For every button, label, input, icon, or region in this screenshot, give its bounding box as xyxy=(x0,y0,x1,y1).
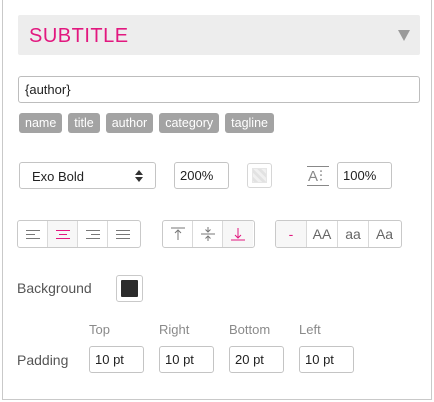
case-capitalize-button[interactable]: Aa xyxy=(369,221,400,247)
vertical-align-group xyxy=(162,220,255,248)
transparent-pattern-icon xyxy=(252,168,267,183)
section-title: SUBTITLE xyxy=(29,25,129,47)
tag-list: name title author category tagline xyxy=(19,113,274,133)
tag-category[interactable]: category xyxy=(159,113,220,133)
subtitle-settings-panel: SUBTITLE name title author category tagl… xyxy=(2,0,432,400)
align-center-icon xyxy=(55,229,70,240)
subtitle-template-input[interactable] xyxy=(18,76,420,103)
background-color-swatch[interactable] xyxy=(116,275,143,302)
padding-bottom-input[interactable] xyxy=(229,346,284,373)
valign-middle-icon xyxy=(200,227,215,241)
font-select[interactable]: Exo Bold xyxy=(19,162,156,189)
text-color-swatch[interactable] xyxy=(247,163,272,188)
padding-left-label: Left xyxy=(299,322,321,337)
valign-bottom-icon xyxy=(231,228,245,241)
font-size-input[interactable] xyxy=(174,162,229,189)
align-left-icon xyxy=(25,229,40,240)
section-header[interactable]: SUBTITLE xyxy=(18,15,420,55)
collapse-triangle-icon[interactable] xyxy=(398,30,410,41)
text-align-group xyxy=(17,220,141,248)
padding-left-input[interactable] xyxy=(299,346,354,373)
align-justify-button[interactable] xyxy=(108,221,138,247)
text-case-group: - AA aa Aa xyxy=(275,220,402,248)
background-label: Background xyxy=(17,280,92,296)
valign-bottom-button[interactable] xyxy=(223,221,253,247)
align-center-button[interactable] xyxy=(48,221,78,247)
align-right-icon xyxy=(85,229,100,240)
tag-author[interactable]: author xyxy=(105,113,154,133)
padding-label: Padding xyxy=(17,352,69,368)
padding-top-label: Top xyxy=(89,322,110,337)
case-upper-button[interactable]: AA xyxy=(307,221,338,247)
line-height-icon: A⫶ xyxy=(307,166,329,186)
font-select-value: Exo Bold xyxy=(32,169,85,184)
tag-name[interactable]: name xyxy=(19,113,63,133)
select-arrows-icon xyxy=(135,170,143,182)
valign-top-button[interactable] xyxy=(163,221,193,247)
valign-middle-button[interactable] xyxy=(193,221,223,247)
tag-tagline[interactable]: tagline xyxy=(225,113,274,133)
padding-top-input[interactable] xyxy=(89,346,144,373)
background-color-fill xyxy=(121,280,138,297)
padding-right-label: Right xyxy=(159,322,190,337)
align-left-button[interactable] xyxy=(18,221,48,247)
align-right-button[interactable] xyxy=(78,221,108,247)
tag-title[interactable]: title xyxy=(68,113,100,133)
padding-right-input[interactable] xyxy=(159,346,214,373)
padding-bottom-label: Bottom xyxy=(229,322,271,337)
case-lower-button[interactable]: aa xyxy=(338,221,369,247)
case-none-button[interactable]: - xyxy=(276,221,307,247)
valign-top-icon xyxy=(170,227,185,240)
align-justify-icon xyxy=(116,229,130,240)
line-height-input[interactable] xyxy=(337,162,392,189)
